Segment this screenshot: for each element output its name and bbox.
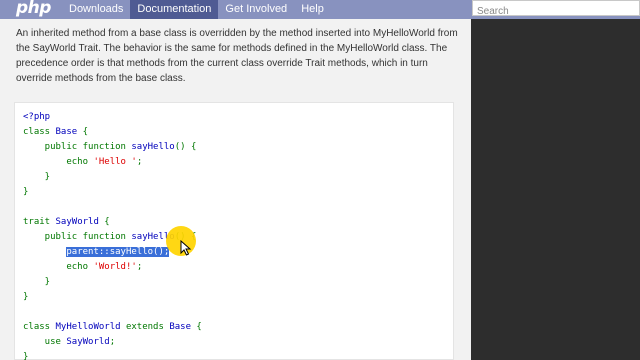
code-token: echo bbox=[23, 157, 94, 167]
code-token: } bbox=[23, 292, 29, 302]
nav-item-downloads[interactable]: Downloads bbox=[62, 0, 130, 19]
code-token: } bbox=[23, 172, 51, 182]
code-token: sayHello bbox=[131, 142, 175, 152]
code-token: class bbox=[23, 322, 56, 332]
code-token: { bbox=[104, 217, 110, 227]
code-token: } bbox=[23, 187, 29, 197]
code-token: 'World!' bbox=[93, 262, 137, 272]
arrow-cursor-icon bbox=[180, 240, 192, 256]
code-token: ; bbox=[136, 157, 143, 167]
code-line: parent::sayHello(); bbox=[23, 245, 453, 260]
top-navigation: php Downloads Documentation Get Involved… bbox=[0, 0, 640, 19]
code-line: trait SayWorld { bbox=[23, 215, 453, 230]
nav-item-get-involved[interactable]: Get Involved bbox=[218, 0, 294, 19]
code-token: 'Hello ' bbox=[93, 157, 137, 167]
search-input[interactable] bbox=[473, 4, 639, 19]
code-token: () { bbox=[174, 142, 197, 152]
nav-item-documentation[interactable]: Documentation bbox=[130, 0, 219, 19]
search-box[interactable] bbox=[472, 0, 640, 19]
code-token: } bbox=[23, 352, 29, 360]
code-token: use bbox=[23, 337, 67, 347]
code-line: } bbox=[23, 275, 453, 290]
code-line: echo 'World!'; bbox=[23, 260, 453, 275]
code-line: echo 'Hello '; bbox=[23, 155, 453, 170]
code-token: <?php bbox=[23, 112, 51, 122]
code-token: } bbox=[23, 277, 51, 287]
right-sidebar-panel bbox=[471, 19, 640, 360]
code-line: } bbox=[23, 170, 453, 185]
code-token: class bbox=[23, 127, 56, 137]
code-line: public function sayHello() { bbox=[23, 140, 453, 155]
code-token: { bbox=[82, 127, 89, 137]
code-line: <?php bbox=[23, 110, 453, 125]
code-line: public function sayHello() { bbox=[23, 230, 453, 245]
selected-code: parent::sayHello(); bbox=[66, 247, 170, 257]
code-line: use SayWorld; bbox=[23, 335, 453, 350]
code-lines: <?php class Base { public function sayHel… bbox=[23, 110, 453, 360]
code-token: Base bbox=[55, 127, 83, 137]
code-example: <?php class Base { public function sayHel… bbox=[14, 102, 454, 360]
code-token: ; bbox=[109, 337, 116, 347]
code-token: Base bbox=[169, 322, 197, 332]
code-token: MyHelloWorld bbox=[55, 322, 126, 332]
code-token: SayWorld bbox=[66, 337, 110, 347]
code-line: } bbox=[23, 185, 453, 200]
code-token: public function bbox=[23, 232, 132, 242]
code-line: } bbox=[23, 290, 453, 305]
code-token: trait bbox=[23, 217, 56, 227]
code-token: { bbox=[196, 322, 202, 332]
code-line: class MyHelloWorld extends Base { bbox=[23, 320, 453, 335]
code-token: echo bbox=[23, 262, 94, 272]
code-token: public function bbox=[23, 142, 132, 152]
code-token: ; bbox=[136, 262, 143, 272]
code-line: class Base { bbox=[23, 125, 453, 140]
nav-item-help[interactable]: Help bbox=[294, 0, 331, 19]
code-token: extends bbox=[125, 322, 170, 332]
intro-paragraph: An inherited method from a base class is… bbox=[16, 28, 458, 84]
code-token: SayWorld bbox=[55, 217, 105, 227]
code-line: } bbox=[23, 350, 453, 360]
php-logo[interactable]: php bbox=[0, 0, 62, 19]
